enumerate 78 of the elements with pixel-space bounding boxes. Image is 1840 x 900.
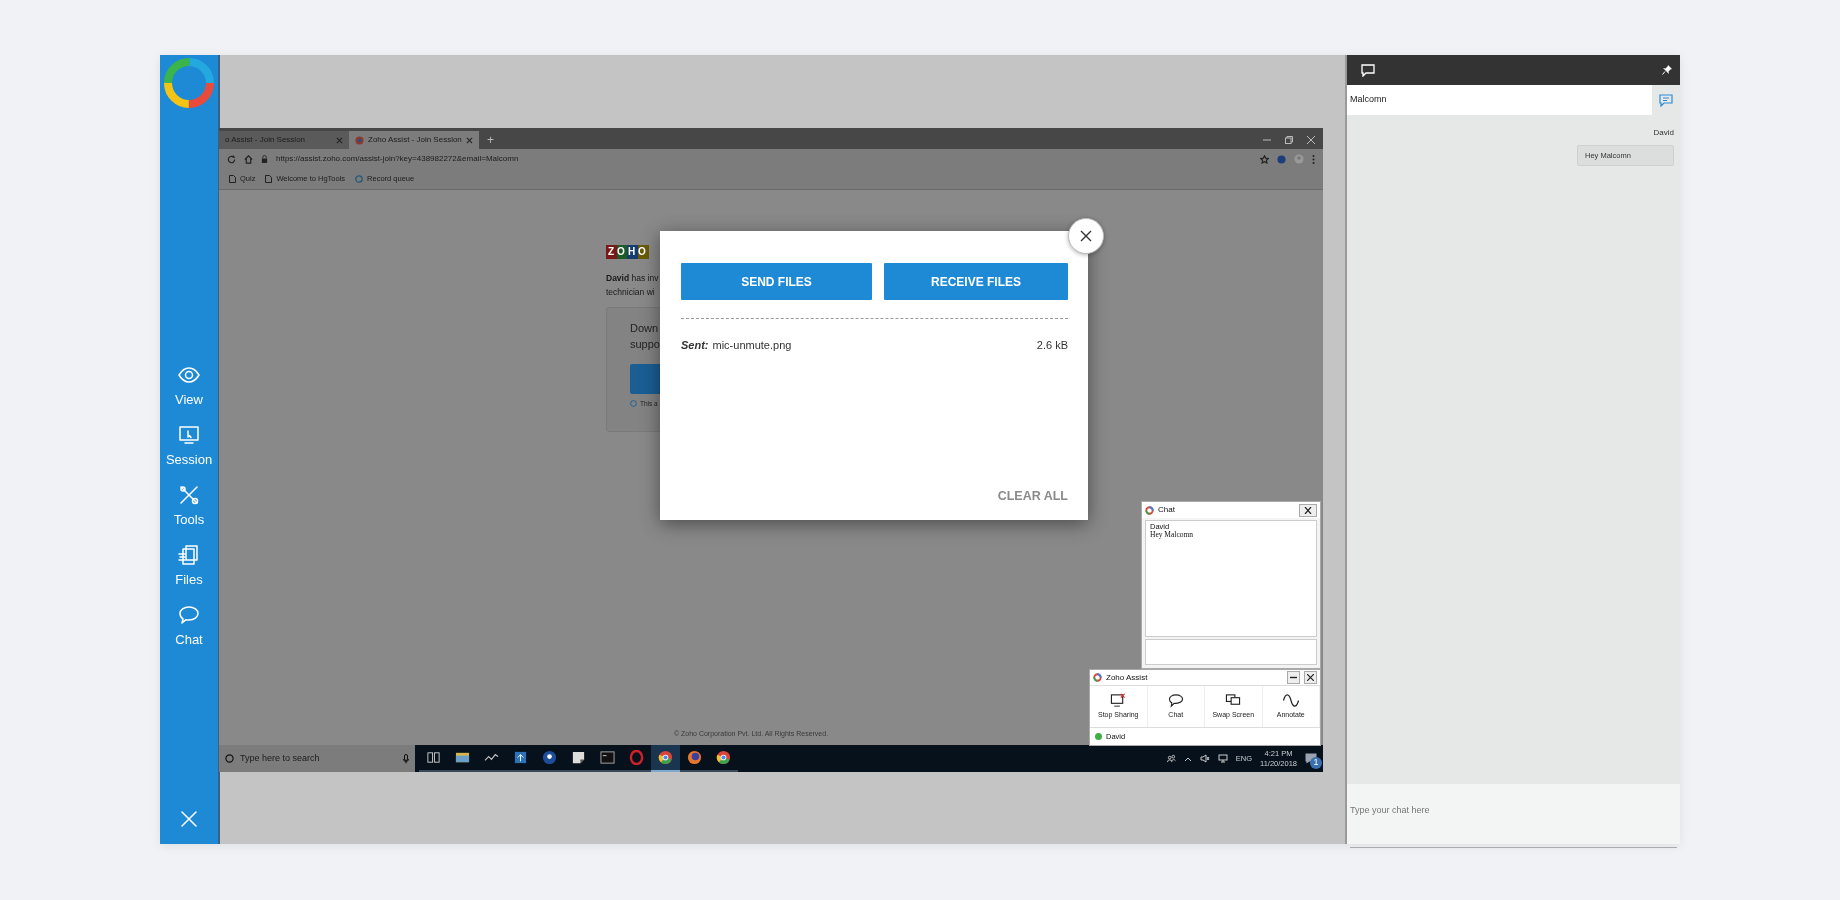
window-title: Zoho Assist (1106, 671, 1148, 684)
close-icon (1080, 230, 1092, 242)
upload-icon (513, 750, 528, 765)
close-icon (180, 810, 198, 828)
close-icon[interactable] (1307, 136, 1315, 144)
info-icon (630, 400, 637, 408)
app-logo-icon (1145, 505, 1154, 515)
file-status: Sent: (681, 338, 709, 353)
microphone-icon[interactable] (403, 753, 409, 764)
sidebar-item[interactable]: View (160, 363, 218, 413)
chat-icon (177, 603, 201, 627)
reload-icon[interactable] (227, 154, 236, 164)
restore-icon[interactable] (1285, 136, 1293, 144)
close-icon (1307, 674, 1314, 682)
sidebar-item[interactable]: Tools (160, 483, 218, 533)
intro-text: David has inv technician wi (606, 272, 658, 299)
home-icon[interactable] (244, 154, 253, 164)
message-sender: David (1653, 127, 1674, 139)
pin-button[interactable] (1662, 65, 1672, 75)
browser-icon (716, 750, 731, 765)
folder-icon (455, 750, 470, 765)
mute-icon[interactable] (1199, 754, 1210, 763)
sidebar-item[interactable]: Chat (160, 603, 218, 653)
wave-icon (1281, 692, 1300, 708)
chat-tab[interactable] (1361, 63, 1375, 77)
stop-sharing-icon (1109, 692, 1128, 708)
task-view-icon (426, 750, 441, 765)
star-icon[interactable] (1260, 154, 1269, 164)
map-pin-icon (542, 750, 557, 765)
browser-logo-icon (355, 135, 364, 145)
menu-icon[interactable] (1312, 154, 1315, 164)
file-name: mic-unmute.png (712, 338, 792, 353)
screens-icon (1224, 692, 1243, 708)
browser-icon (658, 750, 673, 765)
ring-icon (355, 175, 364, 183)
logo: ZOHO (606, 245, 649, 259)
page-icon (265, 175, 273, 183)
taskbar-search-field[interactable]: Type here to search (219, 745, 415, 772)
chat-icon (1166, 692, 1185, 708)
note-icon (571, 750, 586, 765)
minimize-button[interactable] (1287, 671, 1300, 685)
extension-icon[interactable] (1277, 154, 1286, 164)
new-tab-button[interactable]: + (479, 131, 502, 149)
tools-icon (177, 483, 201, 507)
close-button[interactable] (1299, 503, 1317, 517)
minimize-icon (1290, 676, 1297, 680)
chat-icon (1361, 63, 1375, 77)
files-icon (177, 543, 201, 567)
network-icon[interactable] (1217, 754, 1228, 763)
chevron-up-icon[interactable] (1183, 755, 1192, 762)
chat-input-field[interactable] (1145, 639, 1317, 665)
sidebar-item[interactable]: Session (160, 423, 218, 473)
send-files-button[interactable]: SEND FILES (681, 263, 872, 300)
logo (161, 55, 217, 111)
receive-files-button[interactable]: RECEIVE FILES (884, 263, 1068, 300)
sidebar-item[interactable]: Files (160, 543, 218, 593)
page-icon (229, 175, 236, 183)
search-icon (225, 754, 234, 763)
ring-icon (629, 750, 644, 765)
chat-input-field[interactable]: Type your chat here (1350, 801, 1677, 848)
clear-all-button[interactable]: CLEAR ALL (997, 487, 1068, 506)
window-title: Chat (1158, 504, 1175, 516)
contact-name: Malcomn (1347, 85, 1652, 115)
app-logo-icon (1093, 673, 1102, 683)
monitor-icon (177, 423, 201, 447)
file-size: 2.6 kB (1036, 338, 1068, 353)
globe-icon (687, 750, 702, 765)
close-icon (1304, 506, 1312, 514)
close-icon[interactable] (466, 136, 473, 144)
lock-icon (261, 155, 268, 163)
notification-count: 1 (1310, 757, 1322, 769)
taskbar-app[interactable] (651, 745, 680, 772)
chat-icon (1659, 93, 1673, 107)
terminal-icon (600, 750, 615, 765)
pin-icon (1662, 65, 1672, 75)
close-button[interactable] (1304, 671, 1317, 685)
people-icon[interactable] (1166, 754, 1176, 763)
browser-tab[interactable]: Zoho Assist - Join Session (349, 131, 479, 149)
